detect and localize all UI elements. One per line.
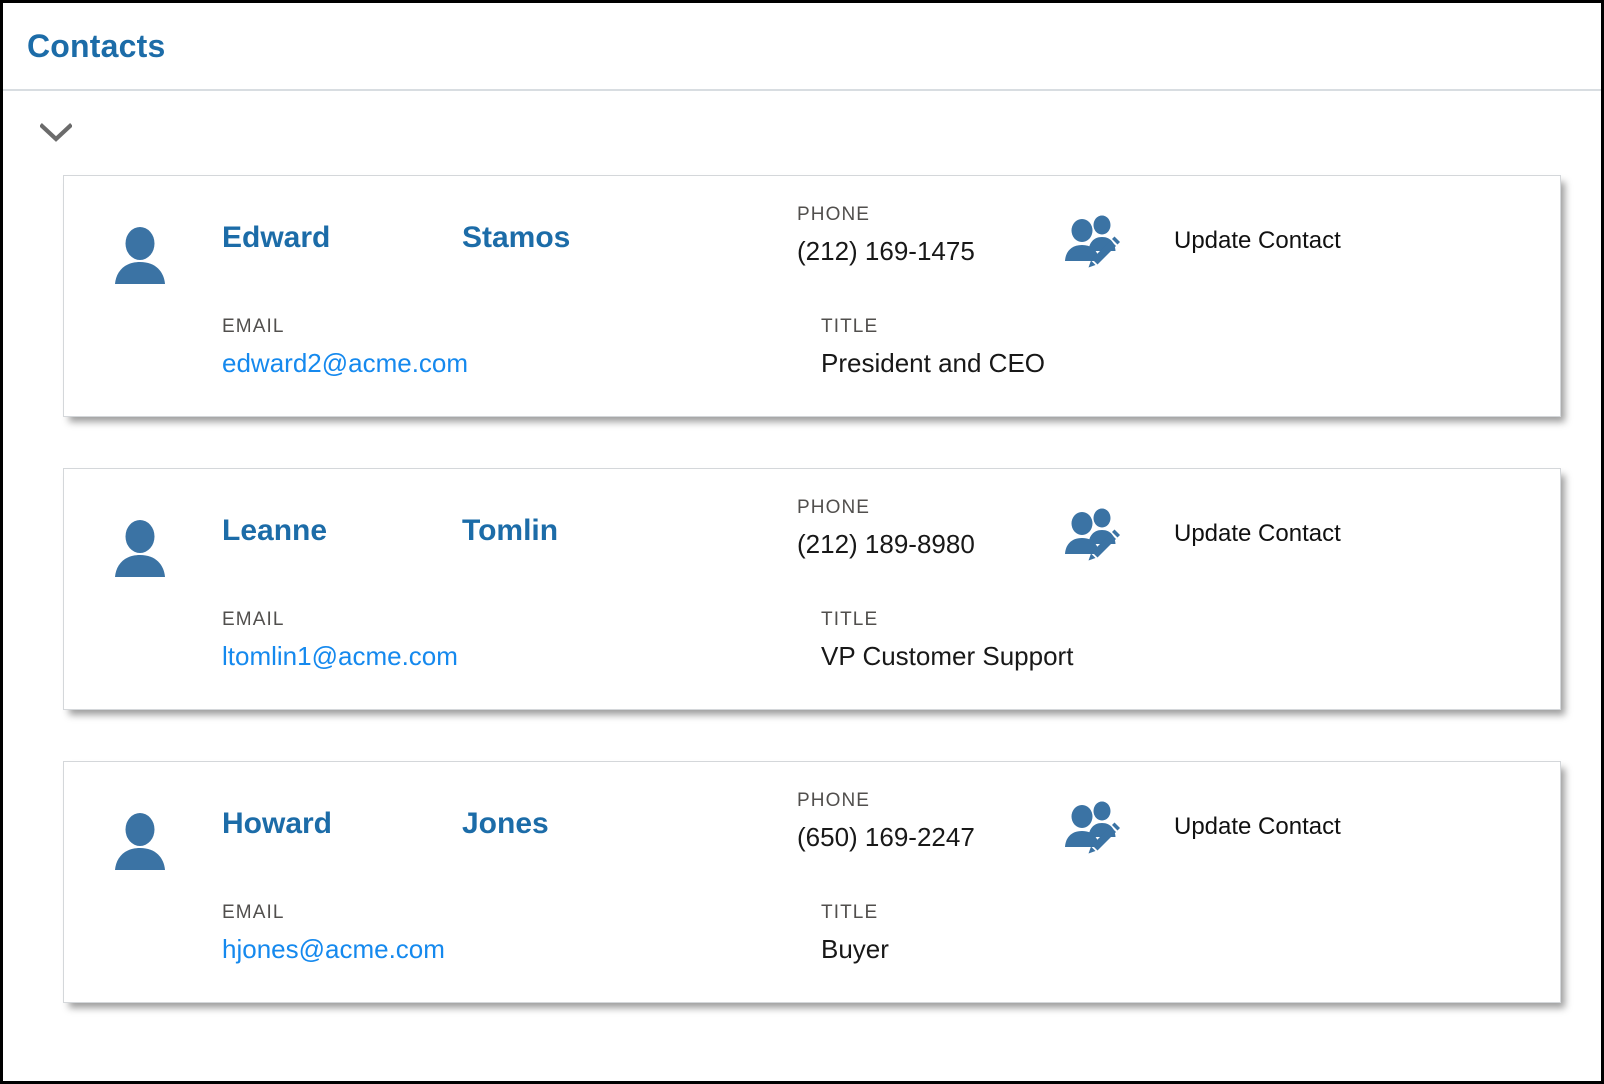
email-value[interactable]: edward2@acme.com <box>222 348 468 379</box>
phone-field: PHONE (650) 169-2247 <box>797 790 975 853</box>
chevron-down-icon[interactable] <box>39 116 73 150</box>
update-contact-button[interactable]: Update Contact <box>1064 800 1341 854</box>
title-field: TITLE Buyer <box>821 902 889 965</box>
title-value: VP Customer Support <box>821 641 1073 672</box>
people-edit-icon <box>1064 214 1122 268</box>
email-field: EMAIL ltomlin1@acme.com <box>222 609 458 672</box>
phone-label: PHONE <box>797 790 975 813</box>
phone-field: PHONE (212) 189-8980 <box>797 497 975 560</box>
person-icon <box>109 810 171 872</box>
page-title: Contacts <box>27 30 166 62</box>
email-field: EMAIL edward2@acme.com <box>222 316 468 379</box>
contact-name: Howard Jones <box>222 806 549 842</box>
email-value[interactable]: hjones@acme.com <box>222 934 445 965</box>
collapse-row <box>3 91 1601 175</box>
contact-card[interactable]: Howard Jones PHONE (650) 169-2247 EMAIL … <box>63 761 1561 1003</box>
email-label: EMAIL <box>222 316 468 339</box>
contact-first-name[interactable]: Edward <box>222 220 462 256</box>
phone-value: (650) 169-2247 <box>797 822 975 853</box>
email-value[interactable]: ltomlin1@acme.com <box>222 641 458 672</box>
email-label: EMAIL <box>222 609 458 632</box>
update-contact-button[interactable]: Update Contact <box>1064 507 1341 561</box>
phone-field: PHONE (212) 169-1475 <box>797 204 975 267</box>
people-edit-icon <box>1064 800 1122 854</box>
contact-name: Edward Stamos <box>222 220 570 256</box>
email-label: EMAIL <box>222 902 445 925</box>
title-field: TITLE VP Customer Support <box>821 609 1073 672</box>
person-icon <box>109 517 171 579</box>
title-field: TITLE President and CEO <box>821 316 1045 379</box>
contacts-panel: Contacts Edward Stamos <box>0 0 1604 1084</box>
contact-last-name[interactable]: Stamos <box>462 220 570 256</box>
phone-value: (212) 189-8980 <box>797 529 975 560</box>
phone-value: (212) 169-1475 <box>797 236 975 267</box>
title-label: TITLE <box>821 609 1073 632</box>
email-field: EMAIL hjones@acme.com <box>222 902 445 965</box>
update-contact-label: Update Contact <box>1174 227 1341 256</box>
people-edit-icon <box>1064 507 1122 561</box>
title-value: Buyer <box>821 934 889 965</box>
contact-card[interactable]: Leanne Tomlin PHONE (212) 189-8980 EMAIL… <box>63 468 1561 710</box>
contact-name: Leanne Tomlin <box>222 513 558 549</box>
title-value: President and CEO <box>821 348 1045 379</box>
phone-label: PHONE <box>797 204 975 227</box>
contacts-list: Edward Stamos PHONE (212) 169-1475 EMAIL… <box>3 175 1601 1003</box>
contact-last-name[interactable]: Jones <box>462 806 549 842</box>
update-contact-label: Update Contact <box>1174 813 1341 842</box>
contact-first-name[interactable]: Leanne <box>222 513 462 549</box>
update-contact-label: Update Contact <box>1174 520 1341 549</box>
contact-card[interactable]: Edward Stamos PHONE (212) 169-1475 EMAIL… <box>63 175 1561 417</box>
panel-header: Contacts <box>3 3 1601 91</box>
update-contact-button[interactable]: Update Contact <box>1064 214 1341 268</box>
contact-first-name[interactable]: Howard <box>222 806 462 842</box>
title-label: TITLE <box>821 316 1045 339</box>
phone-label: PHONE <box>797 497 975 520</box>
contact-last-name[interactable]: Tomlin <box>462 513 558 549</box>
title-label: TITLE <box>821 902 889 925</box>
person-icon <box>109 224 171 286</box>
